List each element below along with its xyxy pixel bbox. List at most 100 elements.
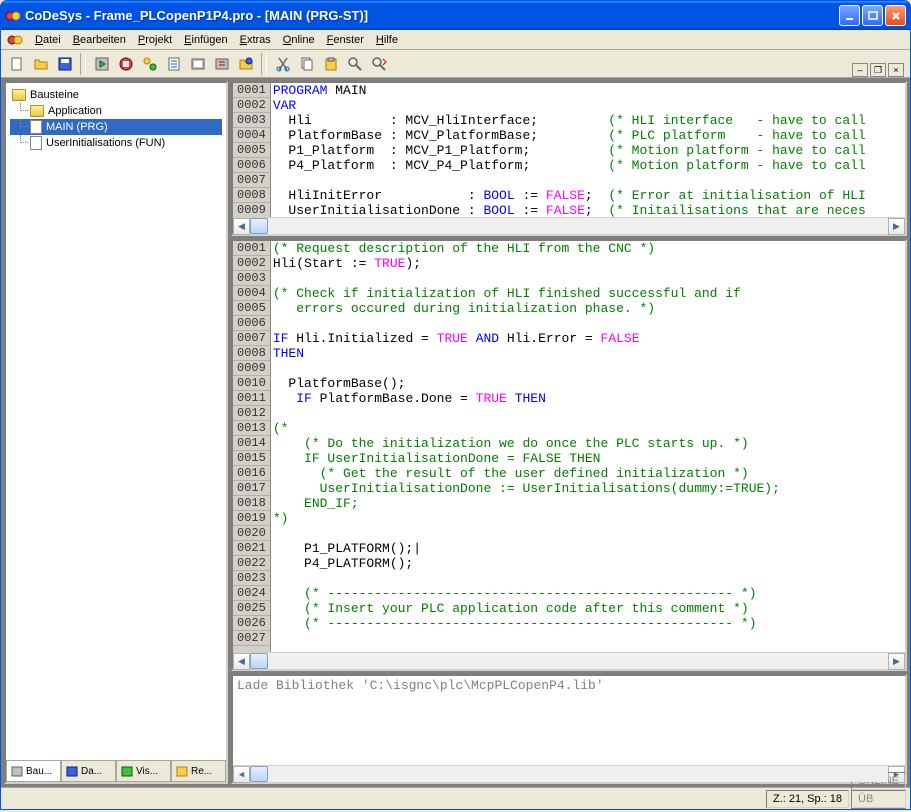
body-editor[interactable]: 0001000200030004000500060007000800090010… [231,239,907,671]
code-line[interactable]: IF UserInitialisationDone = FALSE THEN [271,451,905,466]
code-line[interactable] [271,316,905,331]
cut-button[interactable] [271,53,294,75]
open-button[interactable] [29,53,52,75]
tree-item[interactable]: UserInitialisations (FUN) [10,135,222,151]
menu-datei[interactable]: Datei [29,32,67,48]
declaration-editor[interactable]: 0001000200030004000500060007000800090010… [231,81,907,236]
code-line[interactable] [271,406,905,421]
scroll-left-icon[interactable]: ◀ [233,653,250,670]
line-number[interactable]: 0027 [233,631,270,646]
line-number[interactable]: 0006 [233,158,270,173]
code-line[interactable] [271,571,905,586]
close-button[interactable] [885,5,906,26]
project-tab[interactable]: Bau... [6,761,61,782]
code-line[interactable]: P4_Platform : MCV_P4_Platform; (* Motion… [271,158,905,173]
menu-fenster[interactable]: Fenster [321,32,370,48]
run-button[interactable] [90,53,113,75]
decl-hscroll[interactable]: ◀ ▶ [233,217,905,234]
code-line[interactable]: *) [271,511,905,526]
code-line[interactable]: UserInitialisationDone := UserInitialisa… [271,481,905,496]
code-line[interactable]: (* [271,421,905,436]
project-tab[interactable]: Re... [171,761,226,782]
mdi-close[interactable]: × [888,63,904,77]
line-number[interactable]: 0022 [233,556,270,571]
find-button[interactable] [343,53,366,75]
line-number[interactable]: 0021 [233,541,270,556]
scroll-right-icon[interactable]: ▶ [888,653,905,670]
tree-item[interactable]: Application [10,103,222,119]
line-number[interactable]: 0024 [233,586,270,601]
tool-btn-3[interactable] [138,53,161,75]
copy-button[interactable] [295,53,318,75]
code-line[interactable]: (* -------------------------------------… [271,616,905,631]
line-number[interactable]: 0001 [233,83,270,98]
code-line[interactable]: PlatformBase(); [271,376,905,391]
line-number[interactable]: 0003 [233,113,270,128]
menu-bearbeiten[interactable]: Bearbeiten [67,32,132,48]
line-number[interactable]: 0026 [233,616,270,631]
project-tree[interactable]: Bausteine ApplicationMAIN (PRG)UserIniti… [6,83,226,760]
code-line[interactable]: PROGRAM MAIN [271,83,905,98]
line-number[interactable]: 0025 [233,601,270,616]
code-line[interactable]: THEN [271,346,905,361]
body-hscroll[interactable]: ◀ ▶ [233,652,905,669]
code-line[interactable]: VAR [271,98,905,113]
maximize-button[interactable] [862,5,883,26]
code-line[interactable] [271,173,905,188]
line-number[interactable]: 0020 [233,526,270,541]
tool-btn-6[interactable] [210,53,233,75]
mdi-restore[interactable]: ❐ [870,63,886,77]
msg-hscroll[interactable]: ◀ ▶ [233,765,905,782]
tool-btn-4[interactable] [162,53,185,75]
line-number[interactable]: 0011 [233,391,270,406]
tree-item[interactable]: MAIN (PRG) [10,119,222,135]
line-number[interactable]: 0008 [233,346,270,361]
titlebar[interactable]: CoDeSys - Frame_PLCopenP1P4.pro - [MAIN … [1,1,910,30]
line-number[interactable]: 0012 [233,406,270,421]
line-number[interactable]: 0008 [233,188,270,203]
code-line[interactable]: (* Get the result of the user defined in… [271,466,905,481]
code-line[interactable]: (* -------------------------------------… [271,586,905,601]
line-number[interactable]: 0001 [233,241,270,256]
line-number[interactable]: 0007 [233,173,270,188]
line-number[interactable]: 0007 [233,331,270,346]
line-number[interactable]: 0010 [233,376,270,391]
code-line[interactable]: (* Insert your PLC application code afte… [271,601,905,616]
menu-online[interactable]: Online [277,32,321,48]
line-number[interactable]: 0002 [233,98,270,113]
line-number[interactable]: 0016 [233,466,270,481]
code-line[interactable] [271,361,905,376]
code-line[interactable]: P1_PLATFORM();| [271,541,905,556]
code-line[interactable]: Hli(Start := TRUE); [271,256,905,271]
menu-extras[interactable]: Extras [234,32,277,48]
scroll-right-icon[interactable]: ▶ [888,218,905,235]
code-line[interactable]: HliInitError : BOOL := FALSE; (* Error a… [271,188,905,203]
paste-button[interactable] [319,53,342,75]
line-number[interactable]: 0019 [233,511,270,526]
line-number[interactable]: 0004 [233,286,270,301]
tool-btn-7[interactable] [234,53,257,75]
line-number[interactable]: 0006 [233,316,270,331]
scroll-left-icon[interactable]: ◀ [233,766,250,783]
find-next-button[interactable] [367,53,390,75]
stop-button[interactable] [114,53,137,75]
code-line[interactable]: P4_PLATFORM(); [271,556,905,571]
code-line[interactable]: IF Hli.Initialized = TRUE AND Hli.Error … [271,331,905,346]
line-number[interactable]: 0017 [233,481,270,496]
code-line[interactable] [271,526,905,541]
line-number[interactable]: 0004 [233,128,270,143]
project-tab[interactable]: Vis... [116,761,171,782]
new-button[interactable] [5,53,28,75]
line-number[interactable]: 0002 [233,256,270,271]
menu-projekt[interactable]: Projekt [132,32,178,48]
line-number[interactable]: 0009 [233,361,270,376]
line-number[interactable]: 0018 [233,496,270,511]
code-line[interactable]: END_IF; [271,496,905,511]
code-line[interactable]: errors occured during initialization pha… [271,301,905,316]
tool-btn-5[interactable] [186,53,209,75]
line-number[interactable]: 0015 [233,451,270,466]
line-number[interactable]: 0003 [233,271,270,286]
menu-einfügen[interactable]: Einfügen [178,32,233,48]
project-tab[interactable]: Da... [61,761,116,782]
line-number[interactable]: 0009 [233,203,270,217]
